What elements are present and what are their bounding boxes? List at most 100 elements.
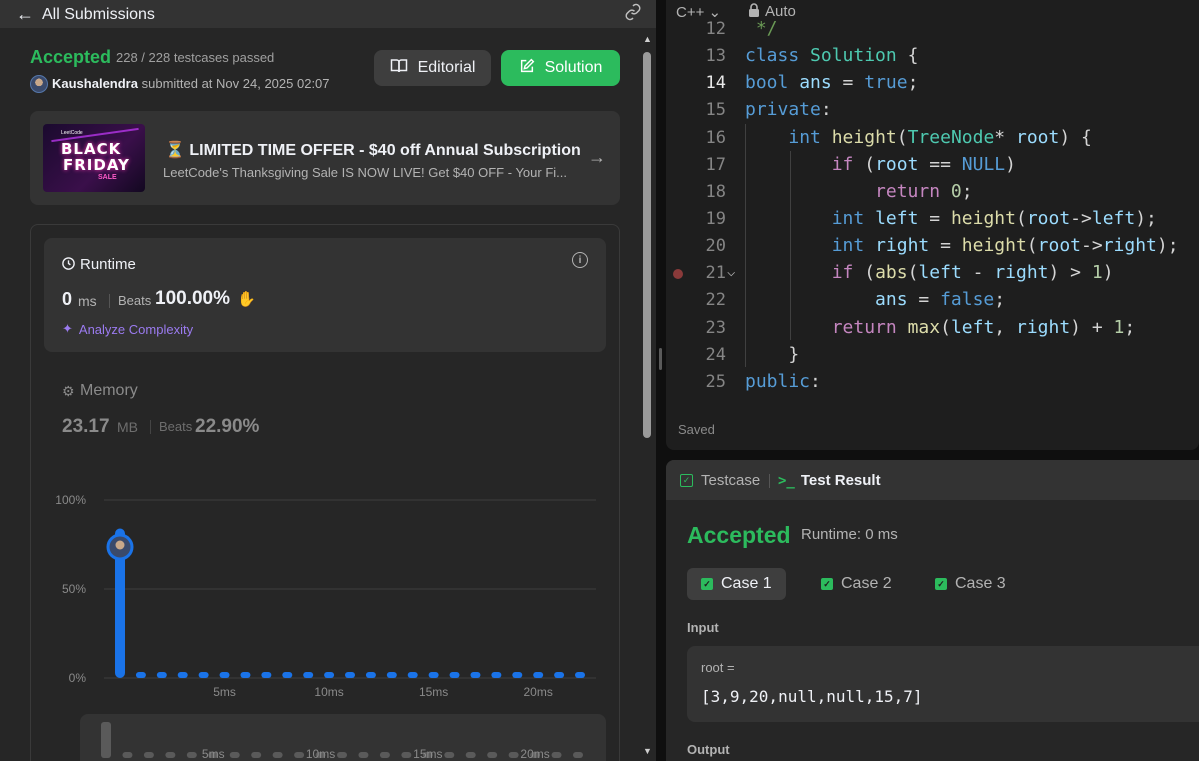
chart-bar[interactable] — [177, 672, 188, 678]
promo-banner[interactable]: LeetCode BLACK FRIDAY SALE ⏳ LIMITED TIM… — [30, 111, 620, 205]
chart-bar[interactable] — [554, 672, 565, 678]
back-to-submissions-button[interactable]: ← All Submissions — [16, 4, 155, 25]
chart-bar[interactable] — [386, 672, 397, 678]
code-text[interactable]: if (abs(left - right) > 1) — [745, 262, 1114, 283]
code-text[interactable]: private: — [745, 99, 832, 120]
fold-chevron-icon[interactable]: ⌵ — [727, 264, 735, 280]
code-line[interactable]: 16 int height(TreeNode* root) { — [666, 125, 1199, 152]
editorial-label: Editorial — [417, 59, 476, 76]
editorial-button[interactable]: Editorial — [374, 50, 491, 86]
chart-bar[interactable] — [219, 672, 230, 678]
code-line[interactable]: 21 ⌵ if (abs(left - right) > 1) — [666, 260, 1199, 287]
navigator-bar — [143, 752, 154, 758]
runtime-label: Runtime — [80, 256, 136, 273]
code-text[interactable]: if (root == NULL) — [745, 154, 1016, 175]
chart-bar[interactable] — [491, 672, 502, 678]
line-number[interactable]: 23 — [666, 318, 726, 338]
case-3-tab[interactable]: ✓ Case 3 — [921, 568, 1020, 600]
your-submission-marker[interactable] — [106, 533, 134, 561]
line-number[interactable]: 19 — [666, 209, 726, 229]
code-line[interactable]: 23 return max(left, right) + 1; — [666, 315, 1199, 342]
chart-bar[interactable] — [365, 672, 376, 678]
code-text[interactable]: */ — [745, 18, 778, 39]
info-icon[interactable]: i — [572, 252, 588, 268]
chart-bar[interactable] — [303, 672, 314, 678]
chart-bar[interactable] — [156, 672, 167, 678]
line-number[interactable]: 20 — [666, 236, 726, 256]
left-scrollbar[interactable]: ▲ ▼ — [640, 30, 654, 761]
code-line[interactable]: 14 bool ans = true; — [666, 70, 1199, 97]
input-box[interactable]: root = [3,9,20,null,null,15,7] — [687, 646, 1199, 722]
tab-testcase[interactable]: ✓ Testcase — [680, 472, 760, 489]
code-text[interactable]: return 0; — [745, 181, 973, 202]
runtime-unit: ms — [78, 293, 97, 309]
case-2-tab[interactable]: ✓ Case 2 — [807, 568, 906, 600]
submitter-name[interactable]: Kaushalendra — [52, 76, 138, 91]
panel-resize-handle[interactable] — [656, 0, 666, 761]
code-text[interactable]: class Solution { — [745, 45, 918, 66]
grip-handle[interactable] — [659, 348, 662, 370]
code-line[interactable]: 12 */ — [666, 16, 1199, 43]
code-line[interactable]: 13 class Solution { — [666, 43, 1199, 70]
line-number[interactable]: 13 — [666, 46, 726, 66]
code-line[interactable]: 18 return 0; — [666, 179, 1199, 206]
chart-bar[interactable] — [240, 672, 251, 678]
code-line[interactable]: 20 int right = height(root->right); — [666, 233, 1199, 260]
line-number[interactable]: 24 — [666, 345, 726, 365]
line-number[interactable]: 16 — [666, 128, 726, 148]
code-text[interactable]: int left = height(root->left); — [745, 208, 1157, 229]
code-editor[interactable]: C++ ⌄ Auto 12 */13 class Solution {14 bool… — [666, 0, 1199, 450]
chart-bar[interactable] — [428, 672, 439, 678]
chart-bar[interactable] — [449, 672, 460, 678]
promo-image-line2: FRIDAY — [63, 156, 130, 174]
line-number[interactable]: 25 — [666, 372, 726, 392]
analyze-complexity-link[interactable]: ✦ Analyze Complexity — [62, 321, 193, 337]
line-number[interactable]: 12 — [666, 19, 726, 39]
code-text[interactable]: ans = false; — [745, 289, 1005, 310]
chart-bar[interactable] — [324, 672, 335, 678]
code-line[interactable]: 24 } — [666, 342, 1199, 369]
memory-label[interactable]: Memory — [80, 382, 138, 400]
code-line[interactable]: 15 private: — [666, 97, 1199, 124]
code-text[interactable]: int right = height(root->right); — [745, 235, 1179, 256]
scroll-up-icon[interactable]: ▲ — [643, 34, 652, 44]
link-icon[interactable] — [624, 3, 642, 26]
code-line[interactable]: 17 if (root == NULL) — [666, 152, 1199, 179]
clapping-hands-icon: ✋ — [237, 291, 256, 308]
solution-button[interactable]: Solution — [501, 50, 620, 86]
tab-test-result[interactable]: >_ Test Result — [778, 472, 881, 489]
line-number[interactable]: 14 — [666, 73, 726, 93]
navigator-bar — [444, 752, 455, 758]
output-label: Output — [687, 742, 730, 757]
chart-range-navigator[interactable]: 5ms 10ms 15ms 20ms — [80, 714, 606, 761]
runtime-distribution-chart[interactable]: 100% 50% 0% 5ms 10ms 15ms 20ms — [44, 480, 604, 710]
case-1-tab[interactable]: ✓ Case 1 — [687, 568, 786, 600]
code-line[interactable]: 19 int left = height(root->left); — [666, 206, 1199, 233]
chart-bar[interactable] — [198, 672, 209, 678]
code-text[interactable]: int height(TreeNode* root) { — [745, 127, 1092, 148]
line-number[interactable]: 17 — [666, 155, 726, 175]
line-number[interactable]: 18 — [666, 182, 726, 202]
line-number[interactable]: 22 — [666, 290, 726, 310]
line-number[interactable]: 15 — [666, 100, 726, 120]
chart-bar[interactable] — [407, 672, 418, 678]
code-text[interactable]: return max(left, right) + 1; — [745, 317, 1136, 338]
chart-bar[interactable] — [512, 672, 523, 678]
code-line[interactable]: 25 public: — [666, 369, 1199, 396]
runtime-box[interactable]: Runtime i 0 ms Beats 100.00% ✋ ✦ Analyze… — [44, 238, 606, 352]
code-text[interactable]: } — [745, 344, 799, 365]
scrollbar-thumb[interactable] — [643, 52, 651, 438]
chart-bar[interactable] — [470, 672, 481, 678]
chart-bar[interactable] — [533, 672, 544, 678]
chart-bar[interactable] — [282, 672, 293, 678]
chart-bar[interactable] — [345, 672, 355, 678]
scroll-down-icon[interactable]: ▼ — [643, 746, 652, 756]
chart-bar[interactable] — [135, 672, 146, 678]
chart-bar[interactable] — [575, 672, 585, 678]
code-text[interactable]: bool ans = true; — [745, 72, 918, 93]
code-line[interactable]: 22 ans = false; — [666, 287, 1199, 314]
code-text[interactable]: public: — [745, 371, 821, 392]
avatar[interactable] — [30, 75, 48, 93]
code-lines[interactable]: 12 */ 13 class Solution { 14 bool ans = true… — [666, 16, 1199, 396]
chart-bar[interactable] — [261, 672, 272, 678]
